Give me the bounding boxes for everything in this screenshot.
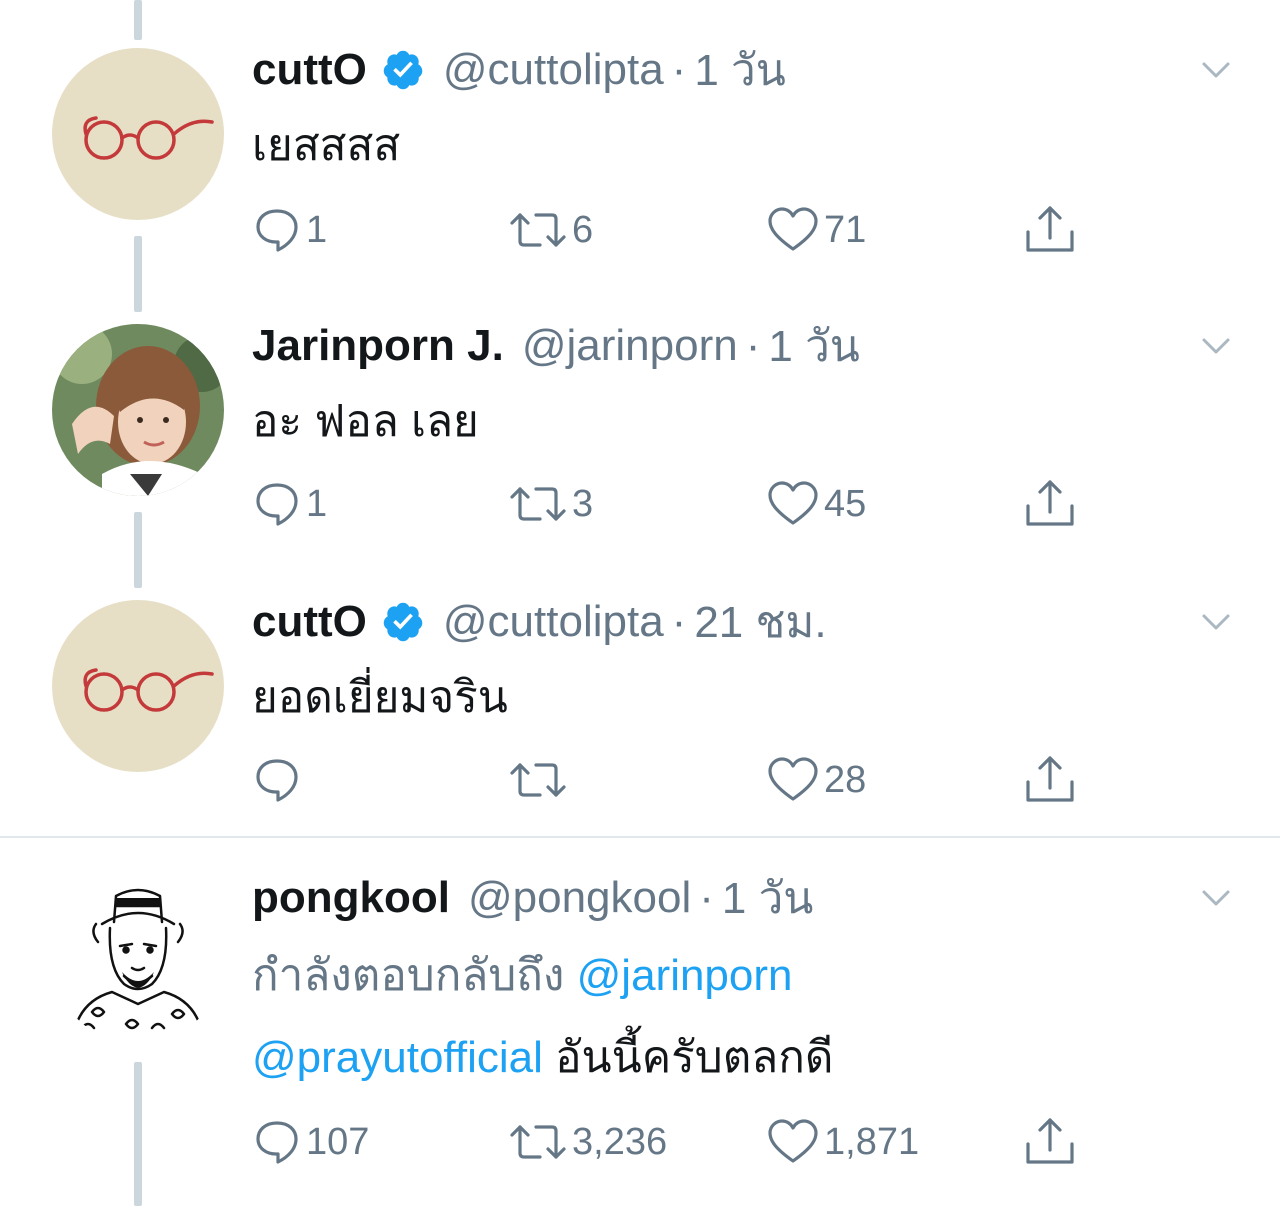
thread-line xyxy=(134,0,142,40)
retweet-count: 3,236 xyxy=(572,1120,668,1163)
glasses-icon xyxy=(52,600,224,772)
heart-icon xyxy=(768,1119,818,1163)
timestamp[interactable]: 1 วัน xyxy=(768,311,859,381)
like-count: 71 xyxy=(824,208,867,251)
share-button[interactable] xyxy=(1022,1114,1078,1170)
tweet-header: cuttO @cuttolipta · 21 ชม. xyxy=(252,596,827,648)
tweet-header: cuttO @cuttolipta · 1 วัน xyxy=(252,44,786,96)
tweet-body: อันนี้ครับตลกดี xyxy=(555,1033,834,1082)
share-button[interactable] xyxy=(1022,202,1078,258)
tweet-text: @prayutofficial อันนี้ครับตลกดี xyxy=(252,1016,833,1100)
retweet-button[interactable]: 6 xyxy=(508,202,593,258)
timestamp[interactable]: 1 วัน xyxy=(722,863,813,933)
reply-count: 107 xyxy=(306,1120,370,1163)
share-icon xyxy=(1026,206,1074,252)
reply-button[interactable]: 1 xyxy=(252,202,327,258)
retweet-icon xyxy=(510,1125,566,1159)
avatar[interactable] xyxy=(52,324,224,496)
mention-link[interactable]: @prayutofficial xyxy=(252,1033,543,1082)
share-button[interactable] xyxy=(1022,752,1078,808)
reply-icon xyxy=(256,209,298,252)
reply-icon xyxy=(256,483,298,526)
separator: · xyxy=(699,873,714,922)
handle[interactable]: @pongkool xyxy=(468,873,691,923)
reply-prefix: กำลังตอบกลับถึง xyxy=(252,951,565,1000)
handle[interactable]: @cuttolipta xyxy=(443,597,664,647)
divider xyxy=(0,836,1280,838)
glasses-icon xyxy=(52,48,224,220)
like-button[interactable]: 1,871 xyxy=(766,1114,919,1170)
timestamp[interactable]: 1 วัน xyxy=(694,35,785,105)
tweet-header: pongkool @pongkool · 1 วัน xyxy=(252,872,813,924)
avatar[interactable] xyxy=(52,872,224,1044)
sketch-portrait-icon xyxy=(52,872,224,1044)
retweet-button[interactable]: 3 xyxy=(508,476,593,532)
tweet-text: ยอดเยี่ยมจริน xyxy=(252,673,508,722)
reply-button[interactable]: 107 xyxy=(252,1114,369,1170)
like-count: 45 xyxy=(824,482,867,525)
heart-icon xyxy=(768,757,818,801)
handle[interactable]: @jarinporn xyxy=(522,321,738,371)
like-button[interactable]: 71 xyxy=(766,202,866,258)
display-name[interactable]: cuttO xyxy=(252,45,367,95)
avatar[interactable] xyxy=(52,600,224,772)
tweet-header: Jarinporn J. @jarinporn · 1 วัน xyxy=(252,320,860,372)
separator: · xyxy=(745,321,761,370)
chevron-down-icon[interactable] xyxy=(1196,326,1236,366)
reply-count: 1 xyxy=(306,482,328,525)
handle[interactable]: @cuttolipta xyxy=(443,45,664,95)
retweet-icon xyxy=(510,487,566,521)
avatar[interactable] xyxy=(52,48,224,220)
reply-context: กำลังตอบกลับถึง @jarinporn xyxy=(252,934,793,1018)
verified-badge-icon xyxy=(381,600,425,644)
share-button[interactable] xyxy=(1022,476,1078,532)
chevron-down-icon[interactable] xyxy=(1196,602,1236,642)
thread-line xyxy=(134,1062,142,1206)
like-count: 28 xyxy=(824,758,867,801)
chevron-down-icon[interactable] xyxy=(1196,878,1236,918)
retweet-count: 3 xyxy=(572,482,594,525)
display-name[interactable]: cuttO xyxy=(252,597,367,647)
display-name[interactable]: pongkool xyxy=(252,873,450,923)
reply-icon xyxy=(256,759,298,802)
share-icon xyxy=(1026,480,1074,526)
retweet-count: 6 xyxy=(572,208,594,251)
separator: · xyxy=(671,45,687,94)
profile-photo-icon xyxy=(52,324,224,496)
heart-icon xyxy=(768,481,818,525)
share-icon xyxy=(1026,756,1074,802)
like-button[interactable]: 28 xyxy=(766,752,866,808)
share-icon xyxy=(1026,1118,1074,1164)
chevron-down-icon[interactable] xyxy=(1196,50,1236,90)
retweet-icon xyxy=(510,763,566,797)
like-button[interactable]: 45 xyxy=(766,476,866,532)
thread-line xyxy=(134,236,142,312)
thread-line xyxy=(134,512,142,588)
reply-icon xyxy=(256,1121,298,1164)
mention-link[interactable]: @jarinporn xyxy=(577,951,793,1000)
tweet-text: เยสสสส xyxy=(252,121,401,170)
timestamp[interactable]: 21 ชม. xyxy=(694,587,826,657)
retweet-button[interactable] xyxy=(508,752,572,808)
reply-button[interactable] xyxy=(252,752,306,808)
reply-count: 1 xyxy=(306,208,328,251)
retweet-button[interactable]: 3,236 xyxy=(508,1114,667,1170)
separator: · xyxy=(671,597,687,646)
reply-button[interactable]: 1 xyxy=(252,476,327,532)
like-count: 1,871 xyxy=(824,1120,920,1163)
verified-badge-icon xyxy=(381,48,425,92)
display-name[interactable]: Jarinporn J. xyxy=(252,321,504,371)
tweet-text: อะ ฟอล เลย xyxy=(252,397,479,446)
retweet-icon xyxy=(510,213,566,247)
heart-icon xyxy=(768,207,818,251)
